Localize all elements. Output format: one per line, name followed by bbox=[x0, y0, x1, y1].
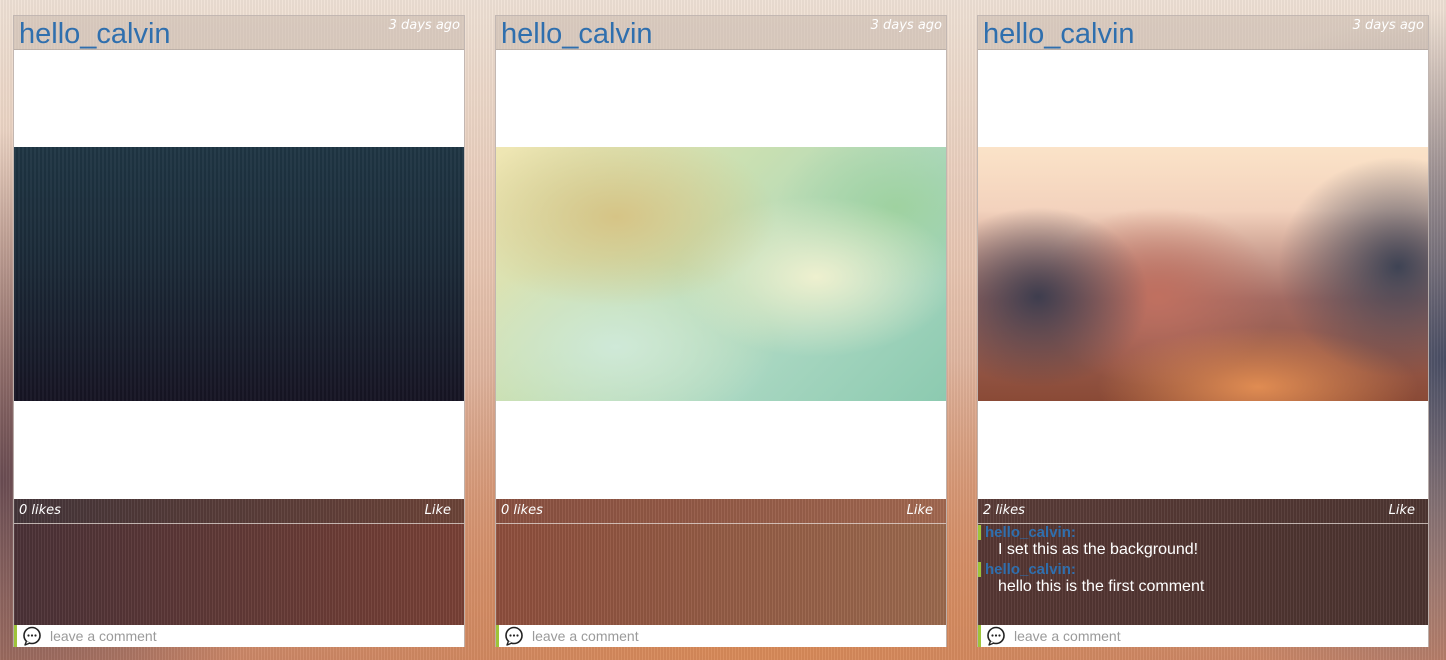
post-username[interactable]: hello_calvin bbox=[19, 18, 171, 50]
like-button[interactable]: Like bbox=[907, 503, 933, 518]
post-stats-bar: 0 likes Like bbox=[14, 499, 464, 524]
comment: hello_calvin: I set this as the backgrou… bbox=[978, 524, 1428, 561]
post-image[interactable] bbox=[496, 147, 946, 401]
post-header: hello_calvin 3 days ago bbox=[14, 16, 464, 50]
comment-input-bar bbox=[14, 625, 464, 647]
comment-marker bbox=[978, 525, 981, 540]
likes-count: 0 likes bbox=[19, 503, 61, 518]
comment-input[interactable] bbox=[50, 625, 450, 647]
comment-input[interactable] bbox=[1014, 625, 1414, 647]
like-button[interactable]: Like bbox=[1389, 503, 1415, 518]
comment-input-bar bbox=[496, 625, 946, 647]
post-timestamp: 3 days ago bbox=[870, 18, 942, 33]
comment-bubble-icon bbox=[987, 626, 1005, 646]
comment-author[interactable]: hello_calvin: bbox=[985, 524, 1076, 541]
comment-author[interactable]: hello_calvin: bbox=[985, 561, 1076, 578]
comment-bubble-icon bbox=[505, 626, 523, 646]
post-card: hello_calvin 3 days ago 0 likes Like bbox=[495, 15, 947, 647]
comment-input[interactable] bbox=[532, 625, 932, 647]
comment-bubble-icon bbox=[23, 626, 41, 646]
comments-area bbox=[14, 524, 464, 625]
likes-count: 0 likes bbox=[501, 503, 543, 518]
post-timestamp: 3 days ago bbox=[1352, 18, 1424, 33]
post-username[interactable]: hello_calvin bbox=[983, 18, 1135, 50]
comment: hello_calvin: hello this is the first co… bbox=[978, 561, 1428, 598]
post-image[interactable] bbox=[14, 147, 464, 401]
post-image-area bbox=[978, 50, 1428, 499]
comments-area bbox=[496, 524, 946, 625]
comment-input-bar bbox=[978, 625, 1428, 647]
post-image-area bbox=[14, 50, 464, 499]
comment-text: hello this is the first comment bbox=[998, 578, 1205, 595]
likes-count: 2 likes bbox=[983, 503, 1025, 518]
post-card: hello_calvin 3 days ago 0 likes Like bbox=[13, 15, 465, 647]
post-card: hello_calvin 3 days ago 2 likes Like hel… bbox=[977, 15, 1429, 647]
like-button[interactable]: Like bbox=[425, 503, 451, 518]
comment-marker bbox=[978, 562, 981, 577]
comment-text: I set this as the background! bbox=[998, 541, 1199, 558]
post-stats-bar: 0 likes Like bbox=[496, 499, 946, 524]
comments-area: hello_calvin: I set this as the backgrou… bbox=[978, 524, 1428, 625]
post-stats-bar: 2 likes Like bbox=[978, 499, 1428, 524]
post-username[interactable]: hello_calvin bbox=[501, 18, 653, 50]
post-header: hello_calvin 3 days ago bbox=[496, 16, 946, 50]
post-timestamp: 3 days ago bbox=[388, 18, 460, 33]
post-image[interactable] bbox=[978, 147, 1428, 401]
post-header: hello_calvin 3 days ago bbox=[978, 16, 1428, 50]
post-image-area bbox=[496, 50, 946, 499]
